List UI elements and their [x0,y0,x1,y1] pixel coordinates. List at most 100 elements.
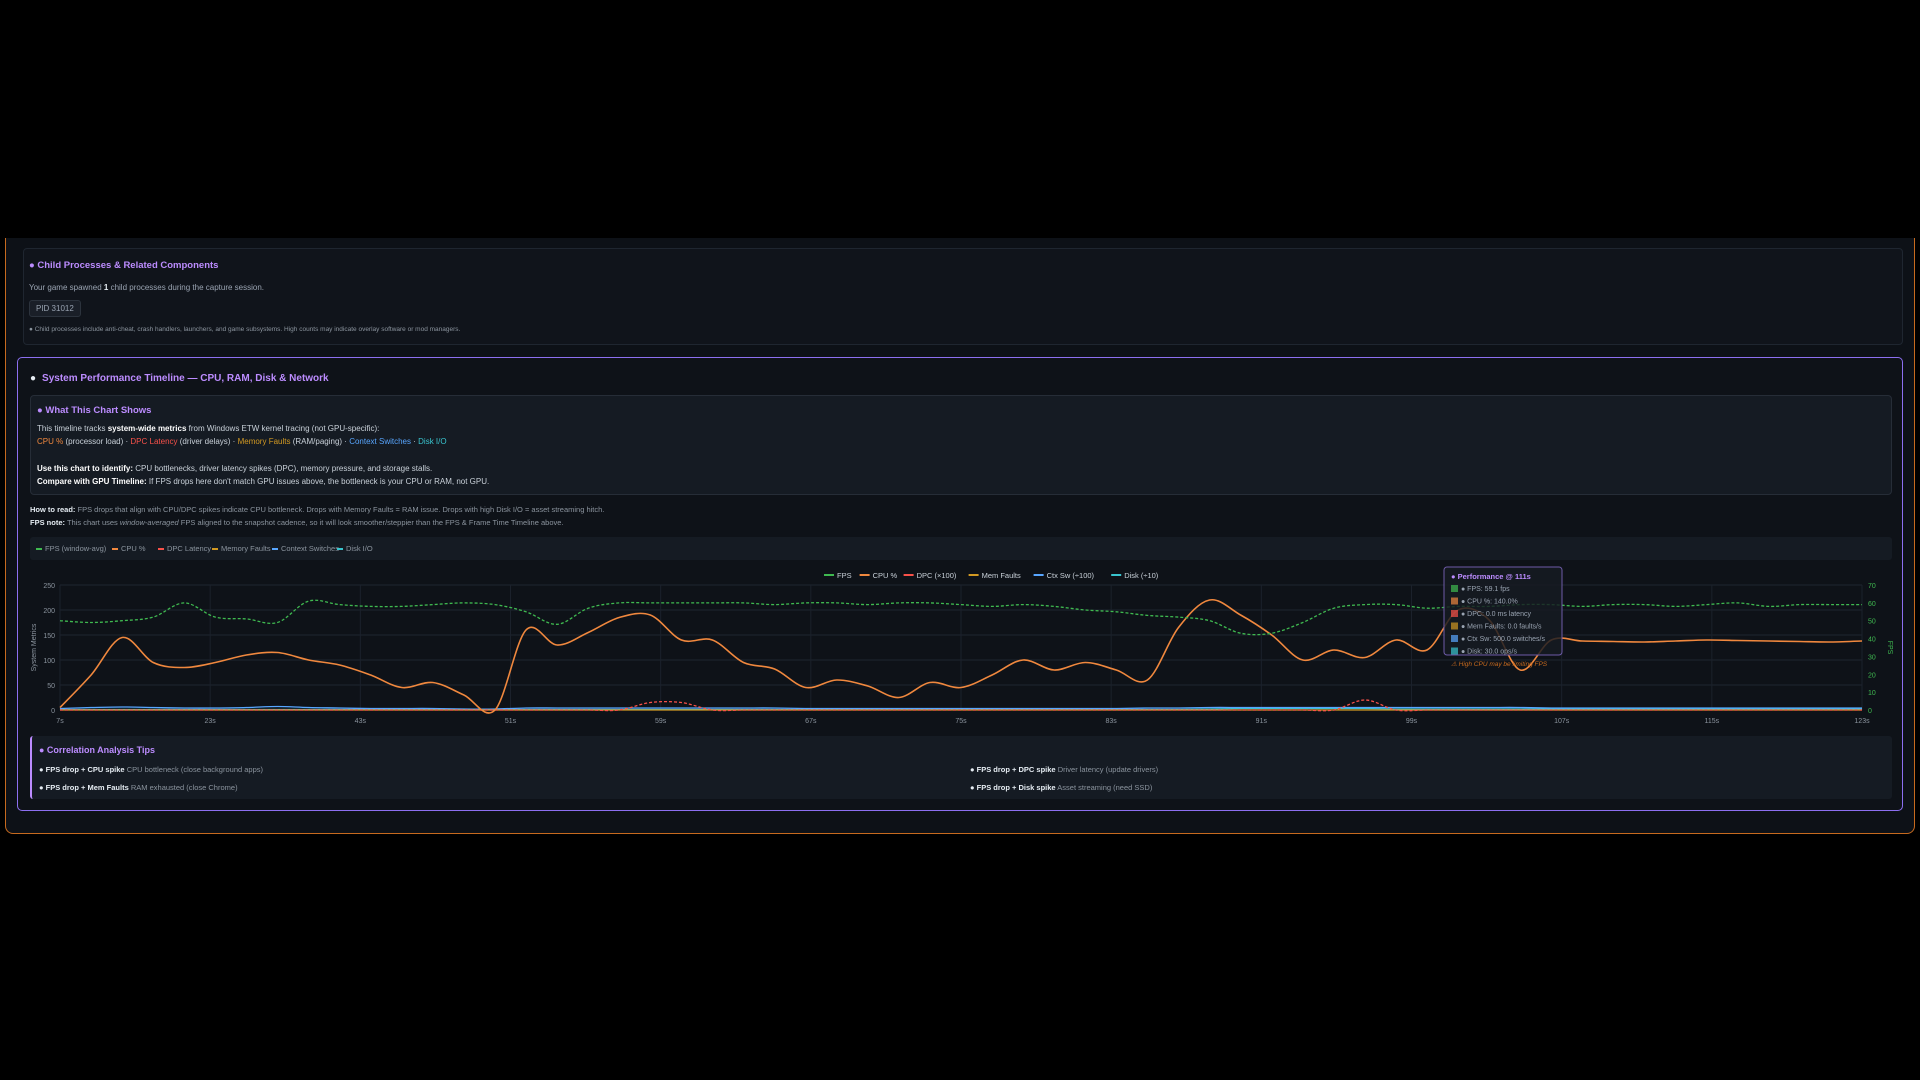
what-chart-shows-title: ● What This Chart Shows [37,405,152,416]
line1-post: from Windows ETW kernel tracing (not GPU… [188,424,380,433]
series-toggle-1[interactable]: CPU % [112,544,146,553]
tip-disk-bold: ● FPS drop + Disk spike [970,783,1056,792]
child-processes-desc: Your game spawned 1 child processes duri… [29,283,264,292]
chart-legend-label: Mem Faults [982,571,1021,580]
x-tick-label: 23s [205,718,217,725]
tip-dpc-text: Driver latency (update drivers) [1057,765,1159,774]
x-tick-label: 107s [1554,718,1570,725]
legend-swatch-icon [112,548,118,551]
tip-dpc: ● FPS drop + DPC spike Driver latency (u… [970,765,1158,774]
tip-mem: ● FPS drop + Mem Faults RAM exhausted (c… [39,783,238,792]
metric-ctx: Context Switches [349,437,412,446]
x-tick-label: 75s [955,718,967,725]
legend-swatch-icon [158,548,164,551]
tip-dpc-bold: ● FPS drop + DPC spike [970,765,1056,774]
x-tick-label: 7s [56,718,64,725]
series-toggle-0[interactable]: FPS (window-avg) [36,544,106,553]
line1-bold: system-wide metrics [107,424,187,433]
compare-text: If FPS drops here don't match GPU issues… [148,477,490,486]
x-tick-label: 67s [805,718,817,725]
metric-mem: Memory Faults [237,437,291,446]
y-axis-title-left: System Metrics [31,623,38,671]
tooltip-line: ● DPC: 0.0 ms latency [1461,611,1531,618]
series-toggle-4[interactable]: Context Switches [272,544,339,553]
series-toggle-2[interactable]: DPC Latency [158,544,211,553]
series-toggle-5[interactable]: Disk I/O [337,544,373,553]
legend-swatch-icon [36,548,42,551]
series-toggle-label: FPS (window-avg) [45,544,107,553]
tip-cpu-text: CPU bottleneck (close background apps) [126,765,264,774]
metric-cpu-desc: (processor load) · [65,437,129,446]
y-tick-left: 50 [47,683,55,690]
chart-legend-label: Ctx Sw (÷100) [1047,571,1095,580]
x-tick-label: 83s [1106,718,1118,725]
x-tick-label: 115s [1704,718,1719,725]
howto-text: FPS drops that align with CPU/DPC spikes… [77,505,605,514]
metric-dpc-desc: (driver delays) · [179,437,236,446]
x-tick-label: 43s [355,718,367,725]
desc-post: child processes during the capture sessi… [110,283,264,292]
tooltip-line: ● FPS: 59.1 fps [1461,586,1510,593]
tooltip-title: ● Performance @ 111s [1451,572,1531,581]
use-bold: Use this chart to identify: [37,464,134,473]
chart-legend-label: CPU % [873,571,898,580]
pid-chip[interactable]: PID 31012 [29,300,81,317]
metric-dpc: DPC Latency [130,437,178,446]
howto-bold: How to read: [30,505,76,514]
y-tick-right: 10 [1868,690,1876,697]
tip-cpu: ● FPS drop + CPU spike CPU bottleneck (c… [39,765,263,774]
fps-note: FPS note: This chart uses window-average… [30,518,564,527]
tip-mem-text: RAM exhausted (close Chrome) [130,783,238,792]
tooltip-warning: ⚠ High CPU may be limiting FPS [1451,661,1548,668]
performance-title-text: System Performance Timeline — CPU, RAM, … [42,373,329,384]
correlation-tips-box [30,736,1892,799]
chart-legend-label: FPS [837,571,852,580]
tooltip-line: ● Ctx Sw: 500.0 switches/s [1461,636,1545,643]
child-processes-note: ● Child processes include anti-cheat, cr… [29,326,461,333]
x-tick-label: 99s [1406,718,1418,725]
fpsnote-pre: This chart uses [66,518,118,527]
metric-cpu: CPU % [37,437,64,446]
y-tick-right: 50 [1868,619,1876,626]
tooltip-line: ● CPU %: 140.0% [1461,599,1518,606]
y-axis-title-right: FPS [1886,641,1893,655]
tip-mem-bold: ● FPS drop + Mem Faults [39,783,129,792]
performance-chart: FPS CPU % DPC (×100) Mem Faults Ctx Sw (÷100… [31,566,1893,725]
y-tick-left: 250 [43,583,55,590]
x-tick-label: 91s [1256,718,1268,725]
correlation-tips-title: ● Correlation Analysis Tips [39,745,155,755]
desc-pre: Your game spawned [29,283,102,292]
info-line-use: Use this chart to identify: CPU bottlene… [37,464,432,473]
fpsnote-post: FPS aligned to the snapshot cadence, so … [180,518,564,527]
x-tick-label: 51s [505,718,517,725]
series-toggle-label: DPC Latency [167,544,212,553]
legend-swatch-icon [337,548,343,551]
y-tick-left: 0 [51,708,55,715]
bullet-icon: ● [30,373,37,384]
metric-mem-desc: (RAM/paging) · [292,437,347,446]
tooltip-swatch-icon [1451,597,1458,605]
y-tick-left: 200 [43,608,55,615]
use-text: CPU bottlenecks, driver latency spikes (… [135,464,433,473]
tip-disk-text: Asset streaming (need SSD) [1057,783,1153,792]
compare-bold: Compare with GPU Timeline: [37,477,147,486]
chart-legend-label: DPC (×100) [917,571,957,580]
performance-title: ● System Performance Timeline — CPU, RAM,… [30,373,329,384]
tip-disk: ● FPS drop + Disk spike Asset streaming … [970,783,1152,792]
series-toggle-label: CPU % [121,544,146,553]
series-toggle-label: Disk I/O [346,544,373,553]
series-toggle-label: Context Switches [281,544,339,553]
tip-cpu-bold: ● FPS drop + CPU spike [39,765,125,774]
y-tick-right: 70 [1868,583,1876,590]
tooltip-swatch-icon [1451,585,1458,592]
tooltip-swatch-icon [1451,622,1458,630]
x-tick-label: 123s [1854,718,1870,725]
series-toggle-label: Memory Faults [221,544,271,553]
legend-swatch-icon [212,548,218,551]
y-tick-left: 100 [43,658,55,665]
y-tick-right: 20 [1868,672,1876,679]
series-toggle-3[interactable]: Memory Faults [212,544,271,553]
fpsnote-em: window-averaged [119,518,179,527]
how-to-read: How to read: FPS drops that align with C… [30,505,604,514]
fpsnote-bold: FPS note: [30,518,65,527]
